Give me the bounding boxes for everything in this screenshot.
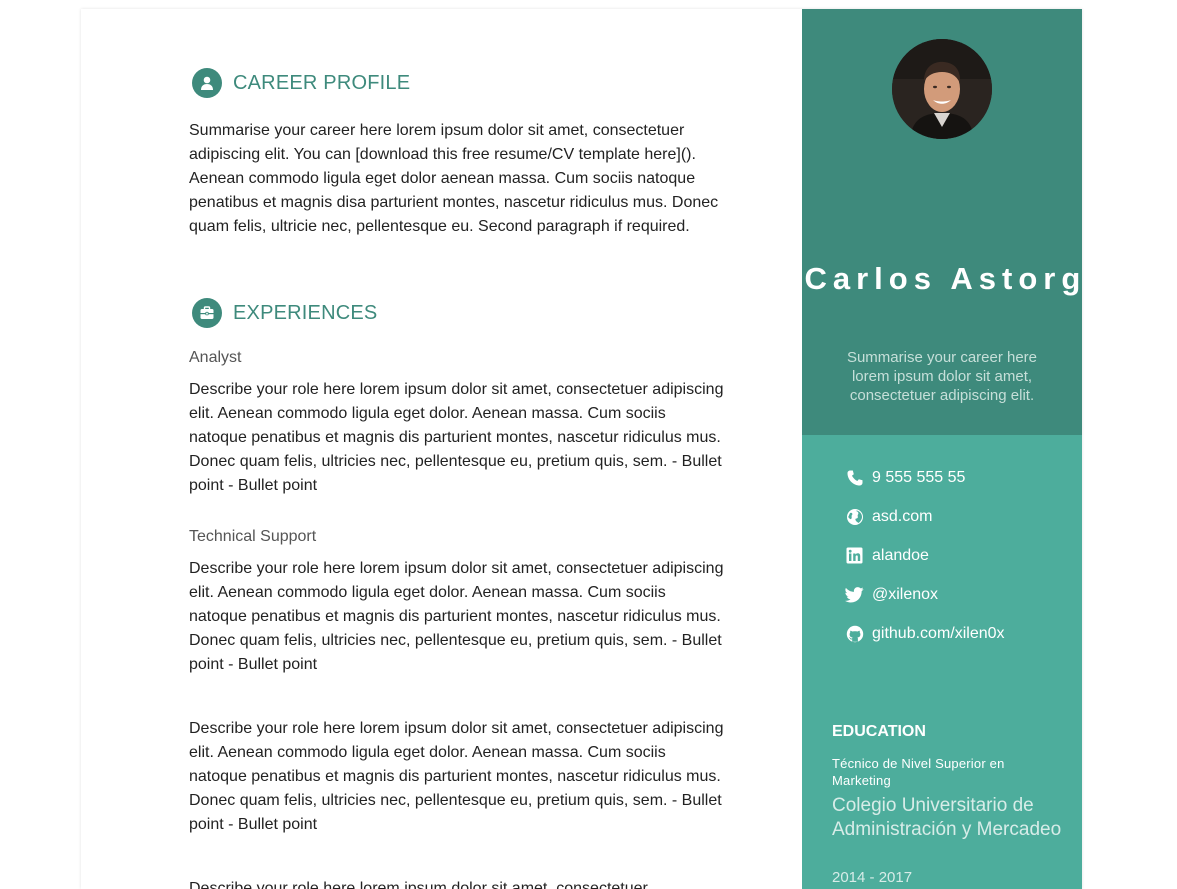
briefcase-icon: [192, 298, 222, 328]
education-school: Colegio Universitario de Administración …: [832, 795, 1062, 840]
contact-github[interactable]: github.com/xilen0x: [845, 624, 1005, 643]
github-icon: [845, 624, 864, 643]
job-description: Describe your role here lorem ipsum dolo…: [189, 720, 724, 833]
job-description: Describe your role here lorem ipsum dolo…: [189, 880, 648, 889]
education-heading: EDUCATION: [832, 723, 926, 740]
phone-icon: [845, 468, 864, 487]
job-description: Describe your role here lorem ipsum dolo…: [189, 381, 724, 494]
profile-header: Carlos Astorga Summarise your career her…: [802, 9, 1082, 435]
education-degree: Técnico de Nivel Superior en Marketing: [832, 756, 1005, 788]
avatar: [892, 39, 992, 139]
job-title: Analyst: [189, 349, 242, 366]
career-summary: Summarise your career here lorem ipsum d…: [189, 122, 719, 235]
profile-tagline: Summarise your career here lorem ipsum d…: [846, 349, 1038, 404]
main-column: CAREER PROFILE Summarise your career her…: [81, 9, 802, 889]
job-title: Technical Support: [189, 528, 317, 545]
job-description: Describe your role here lorem ipsum dolo…: [189, 560, 724, 673]
education-years: 2014 - 2017: [832, 869, 913, 886]
resume-page: CAREER PROFILE Summarise your career her…: [81, 9, 1082, 889]
contact-linkedin[interactable]: alandoe: [845, 546, 929, 565]
globe-icon: [845, 507, 864, 526]
experiences-title: EXPERIENCES: [233, 301, 378, 324]
contact-website[interactable]: asd.com: [845, 507, 932, 526]
contact-github-text: github.com/xilen0x: [872, 624, 1005, 642]
contact-linkedin-text: alandoe: [872, 546, 929, 564]
contact-website-text: asd.com: [872, 507, 933, 525]
twitter-icon: [845, 585, 864, 604]
contact-phone-text: 9 555 555 55: [872, 468, 966, 486]
linkedin-icon: [845, 546, 864, 565]
sidebar: Carlos Astorga Summarise your career her…: [802, 9, 1082, 889]
career-profile-title: CAREER PROFILE: [233, 71, 411, 94]
contact-twitter-text: @xilenox: [872, 585, 939, 603]
profile-name: Carlos Astorga: [804, 261, 1082, 296]
user-icon: [192, 68, 222, 98]
contact-phone[interactable]: 9 555 555 55: [845, 468, 965, 487]
career-profile-heading: CAREER PROFILE: [192, 68, 410, 98]
contact-twitter[interactable]: @xilenox: [845, 585, 938, 604]
experiences-heading: EXPERIENCES: [192, 298, 377, 328]
